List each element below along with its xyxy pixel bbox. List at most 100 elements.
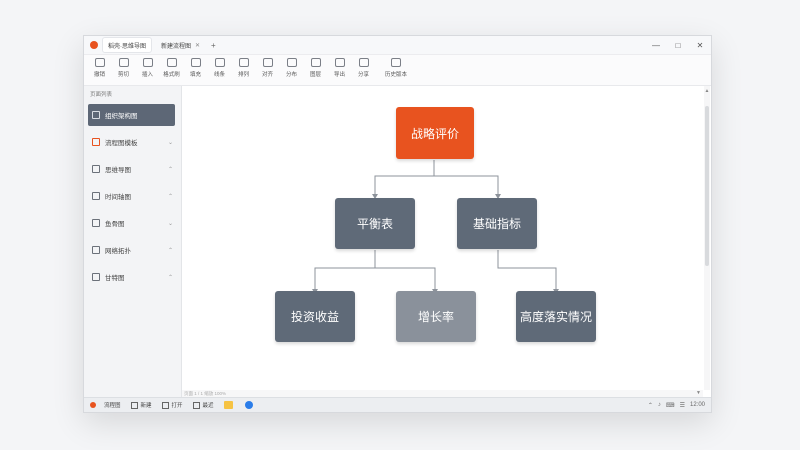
tool-cut[interactable]: 剪切 xyxy=(112,55,135,78)
tool-insert[interactable]: 插入 xyxy=(136,55,159,78)
tool-label: 插入 xyxy=(141,72,153,78)
layer-icon xyxy=(310,58,321,67)
tool-undo[interactable]: 撤销 xyxy=(88,55,111,78)
tool-share[interactable]: 分享 xyxy=(352,55,375,78)
tool-label: 格式刷 xyxy=(163,72,180,78)
page-icon xyxy=(92,246,100,254)
insert-icon xyxy=(142,58,153,67)
tool-fill[interactable]: 填充 xyxy=(184,55,207,78)
scissors-icon xyxy=(118,58,129,67)
volume-icon[interactable]: ♪ xyxy=(658,402,661,408)
tool-export[interactable]: 导出 xyxy=(328,55,351,78)
node-level3-middle[interactable]: 增长率 xyxy=(396,291,476,342)
tab-secondary[interactable]: 新建流程图 ✕ xyxy=(156,38,205,52)
chevron-up-icon[interactable]: ⌃ xyxy=(168,166,173,173)
diagram-canvas[interactable]: 战略评价 平衡表 基础指标 投资收益 增长率 高度落实情况 xyxy=(182,86,703,390)
tool-history[interactable]: 历史版本 xyxy=(376,55,416,78)
taskbar-item-recent[interactable]: 最近 xyxy=(192,401,214,409)
connector-root-right xyxy=(434,175,499,196)
sidebar-item-fishbone[interactable]: 鱼骨图 ⌄ xyxy=(88,212,177,234)
menu-icon[interactable]: ☰ xyxy=(680,402,685,409)
node-level2-left[interactable]: 平衡表 xyxy=(335,198,415,249)
page-icon xyxy=(92,273,100,281)
tool-align[interactable]: 对齐 xyxy=(256,55,279,78)
tool-label: 图层 xyxy=(309,72,321,78)
tool-line[interactable]: 线条 xyxy=(208,55,231,78)
sidebar-item-label: 时间轴图 xyxy=(105,194,131,201)
browser-app-icon[interactable] xyxy=(244,401,253,409)
node-level3-left[interactable]: 投资收益 xyxy=(275,291,355,342)
sidebar-item-flow-template[interactable]: 流程图模板 ⌄ xyxy=(88,131,177,153)
sidebar-item-label: 网络拓扑 xyxy=(105,248,131,255)
chevron-down-icon[interactable]: ⌄ xyxy=(168,220,173,227)
sidebar-item-gantt[interactable]: 甘特图 ⌃ xyxy=(88,266,177,288)
new-tab-button[interactable]: + xyxy=(211,41,216,50)
minimize-button[interactable]: — xyxy=(645,41,667,50)
title-bar: 稻壳·思维导图 新建流程图 ✕ + — □ ✕ xyxy=(84,36,711,55)
recent-icon xyxy=(192,401,200,409)
new-file-icon xyxy=(130,401,138,409)
tool-arrange[interactable]: 排列 xyxy=(232,55,255,78)
connector-root-left xyxy=(374,160,435,196)
taskbar-item-label: 打开 xyxy=(171,403,183,409)
tool-label: 分享 xyxy=(357,72,369,78)
taskbar-item-label: 新建 xyxy=(140,403,152,409)
app-logo-icon xyxy=(90,41,98,49)
tab-label: 新建流程图 xyxy=(161,43,192,50)
taskbar: 流程图 新建 打开 最近 ⌃ ♪ ⌨ ☰ 12:00 xyxy=(84,397,711,412)
sidebar-item-label: 组织架构图 xyxy=(105,113,138,120)
tool-label: 撤销 xyxy=(93,72,105,78)
history-icon xyxy=(391,58,401,67)
tool-label: 排列 xyxy=(237,72,249,78)
share-icon xyxy=(358,58,369,67)
app-logo-icon[interactable] xyxy=(90,402,96,408)
node-level2-right[interactable]: 基础指标 xyxy=(457,198,537,249)
sidebar-item-timeline[interactable]: 时间轴图 ⌃ xyxy=(88,185,177,207)
close-window-button[interactable]: ✕ xyxy=(689,41,711,50)
tool-distribute[interactable]: 分布 xyxy=(280,55,303,78)
sidebar-item-org-chart[interactable]: 组织架构图 xyxy=(88,104,175,126)
sidebar-item-network[interactable]: 网络拓扑 ⌃ xyxy=(88,239,177,261)
taskbar-item-new[interactable]: 新建 xyxy=(130,401,152,409)
node-root[interactable]: 战略评价 xyxy=(396,107,474,159)
node-level3-right[interactable]: 高度落实情况 xyxy=(516,291,596,342)
chevron-up-icon[interactable]: ⌃ xyxy=(168,247,173,254)
scroll-thumb[interactable] xyxy=(705,106,709,266)
chevron-down-icon[interactable]: ⌄ xyxy=(168,139,173,146)
sidebar-item-label: 甘特图 xyxy=(105,275,125,282)
page-icon xyxy=(92,219,100,227)
page-icon xyxy=(92,192,100,200)
close-icon[interactable]: ✕ xyxy=(195,42,200,49)
chevron-up-icon[interactable]: ⌃ xyxy=(168,193,173,200)
maximize-button[interactable]: □ xyxy=(667,41,689,50)
chevron-up-icon[interactable]: ⌃ xyxy=(168,274,173,281)
scroll-up-icon[interactable]: ▲ xyxy=(704,88,710,94)
page-sidebar: 页面列表 组织架构图 流程图模板 ⌄ 思维导图 ⌃ 时间轴图 ⌃ 鱼骨图 ⌄ 网… xyxy=(84,86,182,398)
vertical-scrollbar[interactable]: ▲ xyxy=(704,86,710,390)
tool-layer[interactable]: 图层 xyxy=(304,55,327,78)
hot-page-icon xyxy=(92,138,100,146)
fill-icon xyxy=(190,58,201,67)
taskbar-app-label[interactable]: 流程图 xyxy=(104,401,121,409)
toolbar-ribbon: 撤销 剪切 插入 格式刷 填充 线条 排列 对齐 分布 图层 导出 分享 历史版… xyxy=(84,55,711,86)
tab-label: 稻壳·思维导图 xyxy=(108,43,146,50)
tray-chevron-icon[interactable]: ⌃ xyxy=(648,402,653,409)
brush-icon xyxy=(166,58,177,67)
tool-label: 分布 xyxy=(285,72,297,78)
tab-active[interactable]: 稻壳·思维导图 xyxy=(102,37,152,53)
taskbar-item-open[interactable]: 打开 xyxy=(161,401,183,409)
tool-label: 线条 xyxy=(213,72,225,78)
sidebar-item-mindmap[interactable]: 思维导图 ⌃ xyxy=(88,158,177,180)
wps-app-icon[interactable] xyxy=(223,401,233,409)
page-icon xyxy=(92,165,100,173)
sidebar-item-label: 思维导图 xyxy=(105,167,131,174)
keyboard-icon[interactable]: ⌨ xyxy=(666,402,675,409)
tool-label: 对齐 xyxy=(261,72,273,78)
undo-icon xyxy=(94,58,105,67)
tool-label: 历史版本 xyxy=(384,72,407,78)
taskbar-item-label: 最近 xyxy=(202,403,214,409)
sidebar-item-label: 鱼骨图 xyxy=(105,221,125,228)
tool-label: 填充 xyxy=(189,72,201,78)
scroll-down-icon[interactable]: ▼ xyxy=(696,390,701,396)
tool-format-brush[interactable]: 格式刷 xyxy=(160,55,183,78)
